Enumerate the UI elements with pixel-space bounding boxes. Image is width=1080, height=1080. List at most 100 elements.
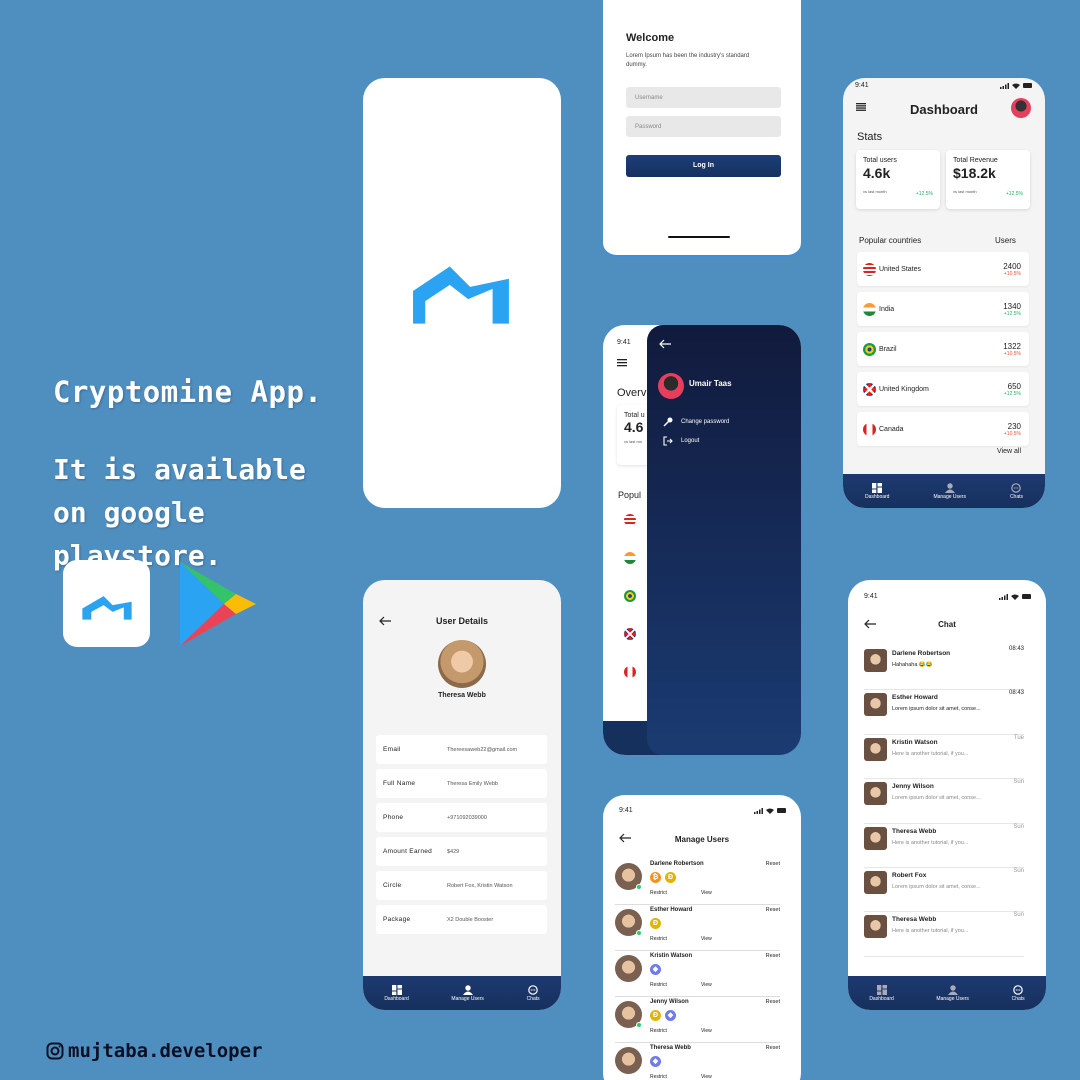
- chat-time: 08:43: [1008, 646, 1024, 652]
- view-button[interactable]: View: [701, 890, 712, 896]
- welcome-title: Welcome: [626, 32, 675, 44]
- user-row[interactable]: Darlene Robertson ₿ Ð Reset Restrict View: [615, 859, 780, 905]
- tab-label: Dashboard: [864, 493, 890, 500]
- chat-time: Tue: [1013, 734, 1024, 741]
- reset-button[interactable]: Reset: [766, 861, 780, 867]
- reset-button[interactable]: Reset: [766, 999, 780, 1005]
- country-row[interactable]: Canada 230 +10.5%: [857, 412, 1029, 446]
- chat-item[interactable]: Jenny Wilson Lorem ipsum dolor sit amet, …: [864, 779, 1024, 824]
- country-metrics: 2400 +10.5%: [1003, 262, 1021, 277]
- tab-chats[interactable]: Chats: [527, 984, 540, 1002]
- password-input[interactable]: Password: [626, 116, 781, 137]
- restrict-button[interactable]: Restrict: [650, 1074, 667, 1080]
- tab-label: Dashboard: [384, 995, 409, 1002]
- country-change: +12.5%: [1003, 390, 1021, 397]
- user-row[interactable]: Esther Howard Ð Reset Restrict View: [615, 905, 780, 951]
- country-value: 1340: [1003, 301, 1021, 311]
- country-change: +10.5%: [1003, 270, 1021, 277]
- view-all-link[interactable]: View all: [997, 448, 1021, 455]
- menu-logout[interactable]: Logout: [663, 436, 699, 446]
- chat-item[interactable]: Kristin Watson Here is another tutorial, …: [864, 734, 1024, 780]
- detail-row: Amount Earned $429: [376, 837, 547, 866]
- login-screen: Welcome Lorem Ipsum has been the industr…: [603, 0, 801, 257]
- view-button[interactable]: View: [701, 982, 712, 988]
- tab-dashboard[interactable]: Dashboard: [869, 984, 894, 1002]
- login-button[interactable]: Log In: [626, 155, 781, 177]
- reset-button[interactable]: Reset: [766, 953, 780, 959]
- tab-chats[interactable]: Chats: [1010, 482, 1023, 500]
- user-name: Esther Howard: [650, 907, 693, 913]
- google-play-icon[interactable]: [176, 560, 258, 648]
- stat-value: $18.2k: [953, 165, 996, 181]
- country-row[interactable]: India 1340 +12.5%: [857, 292, 1029, 326]
- reset-button[interactable]: Reset: [766, 907, 780, 913]
- country-row[interactable]: United Kingdom 650 +12.5%: [857, 372, 1029, 406]
- user-row[interactable]: Theresa Webb ◆ Reset Restrict View: [615, 1043, 780, 1080]
- restrict-button[interactable]: Restrict: [650, 1028, 667, 1034]
- page-title: User Details: [435, 616, 489, 626]
- page-title: Manage Users: [674, 835, 730, 844]
- stat-card-users[interactable]: Total users 4.6k vs last month +12.5%: [856, 150, 940, 209]
- country-name: Canada: [879, 425, 904, 433]
- menu-item-label: Logout: [681, 438, 700, 444]
- instagram-handle[interactable]: mujtaba.developer: [46, 1040, 262, 1062]
- avatar: [615, 909, 642, 936]
- online-dot: [636, 1022, 642, 1028]
- stat-card-revenue[interactable]: Total Revenue $18.2k vs last month +12.5…: [946, 150, 1030, 209]
- menu-icon[interactable]: [617, 359, 627, 367]
- country-name: India: [879, 305, 895, 313]
- menu-change-password[interactable]: Change password: [663, 417, 729, 427]
- chat-time: Sun: [1013, 823, 1024, 830]
- username-input[interactable]: Username: [626, 87, 781, 108]
- tab-manage-users[interactable]: Manage Users: [936, 984, 969, 1002]
- avatar[interactable]: [1011, 98, 1031, 118]
- chat-screen: 9:41 Chat Darlene Robertson Hahahaha 😂😂 08…: [848, 580, 1046, 1010]
- chat-item[interactable]: Esther Howard Lorem ipsum dolor sit amet,…: [864, 690, 1024, 735]
- chat-name: Jenny Wilson: [892, 783, 934, 791]
- user-list: Darlene Robertson ₿ Ð Reset Restrict View Esth…: [615, 859, 780, 1080]
- stat-value: 4.6k: [863, 165, 891, 181]
- view-button[interactable]: View: [701, 936, 712, 942]
- stat-label: Total Revenue: [953, 157, 998, 164]
- country-row[interactable]: Brazil 1322 +10.5%: [857, 332, 1029, 366]
- tab-chats[interactable]: Chats: [1012, 984, 1025, 1002]
- handle-text: mujtaba.developer: [68, 1040, 263, 1062]
- detail-label: Package: [383, 915, 411, 923]
- detail-row: Package X2 Double Booster: [376, 905, 547, 934]
- flag-icon: [624, 628, 636, 640]
- avatar: [864, 782, 887, 806]
- restrict-button[interactable]: Restrict: [650, 982, 667, 988]
- chat-item[interactable]: Theresa Webb Here is another tutorial, if…: [864, 824, 1024, 868]
- flag-icon: [624, 514, 636, 526]
- detail-value: Theresa Emily Webb: [447, 780, 498, 787]
- user-row[interactable]: Jenny Wilson Ð ◆ Reset Restrict View: [615, 997, 780, 1043]
- restrict-button[interactable]: Restrict: [650, 936, 667, 942]
- country-value: 650: [1007, 381, 1021, 391]
- view-button[interactable]: View: [701, 1074, 712, 1080]
- country-metrics: 230 +10.5%: [1004, 422, 1021, 437]
- avatar: [864, 915, 887, 939]
- country-row[interactable]: United States 2400 +10.5%: [857, 252, 1029, 286]
- cryptomine-logo-icon: [81, 595, 132, 620]
- view-button[interactable]: View: [701, 1028, 712, 1034]
- tab-dashboard[interactable]: Dashboard: [864, 482, 890, 500]
- chat-item[interactable]: Robert Fox Lorem ipsum dolor sit amet, co…: [864, 868, 1024, 913]
- chat-name: Kristin Watson: [892, 738, 938, 746]
- tab-manage-users[interactable]: Manage Users: [451, 984, 484, 1002]
- restrict-button[interactable]: Restrict: [650, 890, 667, 896]
- signal-icon: [999, 593, 1008, 600]
- battery-icon: [777, 808, 786, 813]
- avatar: [864, 649, 887, 672]
- back-arrow-icon[interactable]: [659, 339, 672, 349]
- tab-manage-users[interactable]: Manage Users: [933, 482, 966, 500]
- chat-item[interactable]: Darlene Robertson Hahahaha 😂😂 08:43: [864, 646, 1024, 691]
- tab-dashboard[interactable]: Dashboard: [384, 984, 409, 1002]
- reset-button[interactable]: Reset: [766, 1045, 780, 1051]
- chat-icon: [528, 984, 538, 995]
- stats-heading: Stats: [857, 131, 883, 143]
- app-icon-tile[interactable]: [63, 560, 150, 647]
- profile-photo: [438, 640, 486, 688]
- user-row[interactable]: Kristin Watson ◆ Reset Restrict View: [615, 951, 780, 997]
- chat-item[interactable]: Theresa Webb Here is another tutorial, if…: [864, 912, 1024, 957]
- coin-icon: ◆: [650, 1056, 661, 1067]
